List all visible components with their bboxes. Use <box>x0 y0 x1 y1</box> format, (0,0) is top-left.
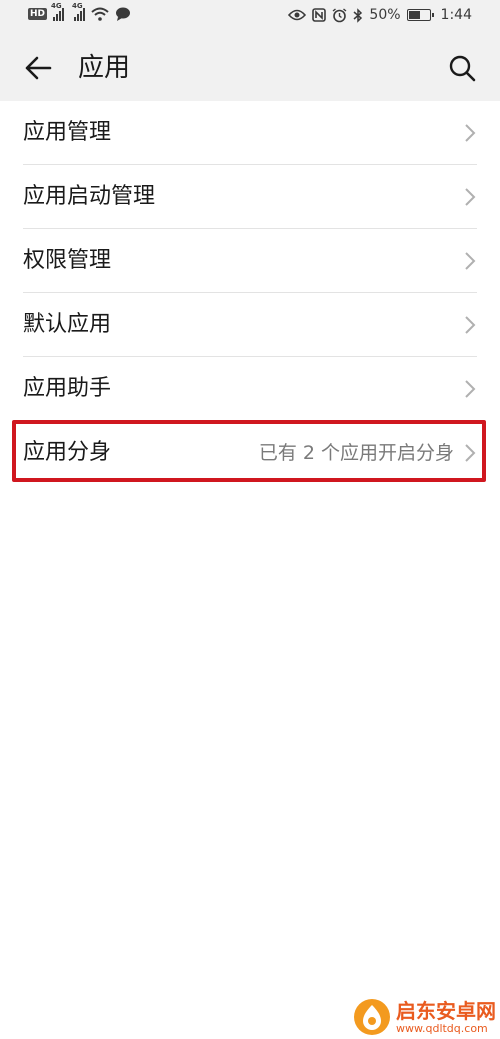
list-item-app-assistant[interactable]: 应用助手 <box>0 357 500 421</box>
list-item-startup-manage[interactable]: 应用启动管理 <box>0 165 500 229</box>
watermark-name: 启东安卓网 <box>396 998 496 1023</box>
chevron-right-icon <box>465 252 476 270</box>
chevron-right-icon <box>465 188 476 206</box>
list-item-permission-manage[interactable]: 权限管理 <box>0 229 500 293</box>
watermark-logo-icon <box>354 999 390 1035</box>
list-item-label: 默认应用 <box>23 312 112 337</box>
back-button[interactable] <box>20 50 56 86</box>
status-bar: HD 4G 4G 50% 1:44 <box>0 0 500 34</box>
list-item-label: 应用助手 <box>23 376 112 401</box>
message-bubble-icon <box>116 7 131 21</box>
list-item-label: 权限管理 <box>23 248 112 273</box>
battery-percentage: 50% <box>369 7 401 23</box>
bluetooth-icon <box>353 7 363 23</box>
search-button[interactable] <box>444 50 480 86</box>
alarm-icon <box>332 7 347 22</box>
list-item-label: 应用分身 <box>23 440 112 465</box>
settings-list: 应用管理 应用启动管理 权限管理 默认应用 应用助手 应用分身 已有 2 个应用… <box>0 101 500 485</box>
signal-icon: 4G <box>72 2 86 21</box>
wifi-icon <box>91 7 109 21</box>
watermark-url: www.qdltdq.com <box>396 1021 488 1035</box>
list-item-app-twin[interactable]: 应用分身 已有 2 个应用开启分身 <box>0 421 500 485</box>
list-item-default-apps[interactable]: 默认应用 <box>0 293 500 357</box>
list-item-label: 应用管理 <box>23 120 112 145</box>
battery-icon <box>406 9 434 21</box>
clock: 1:44 <box>440 7 472 23</box>
chevron-right-icon <box>465 124 476 142</box>
arrow-left-icon <box>25 56 52 80</box>
search-icon <box>449 55 476 82</box>
watermark: 启东安卓网 www.qdltdq.com <box>354 999 496 1035</box>
chevron-right-icon <box>465 316 476 334</box>
list-item-app-manage[interactable]: 应用管理 <box>0 101 500 165</box>
chevron-right-icon <box>465 380 476 398</box>
page-title: 应用 <box>78 53 131 83</box>
nfc-icon <box>312 8 327 22</box>
eye-icon <box>288 9 307 21</box>
list-item-value: 已有 2 个应用开启分身 <box>258 442 454 464</box>
status-right-icons: 50% 1:44 <box>288 7 472 23</box>
list-item-label: 应用启动管理 <box>23 184 156 209</box>
top-app-bar: HD 4G 4G 50% 1:44 应用 <box>0 0 500 101</box>
chevron-right-icon <box>465 444 476 462</box>
status-left-icons: HD 4G 4G <box>28 2 131 21</box>
signal-icon: 4G <box>51 2 65 21</box>
hd-icon: HD <box>28 8 48 20</box>
